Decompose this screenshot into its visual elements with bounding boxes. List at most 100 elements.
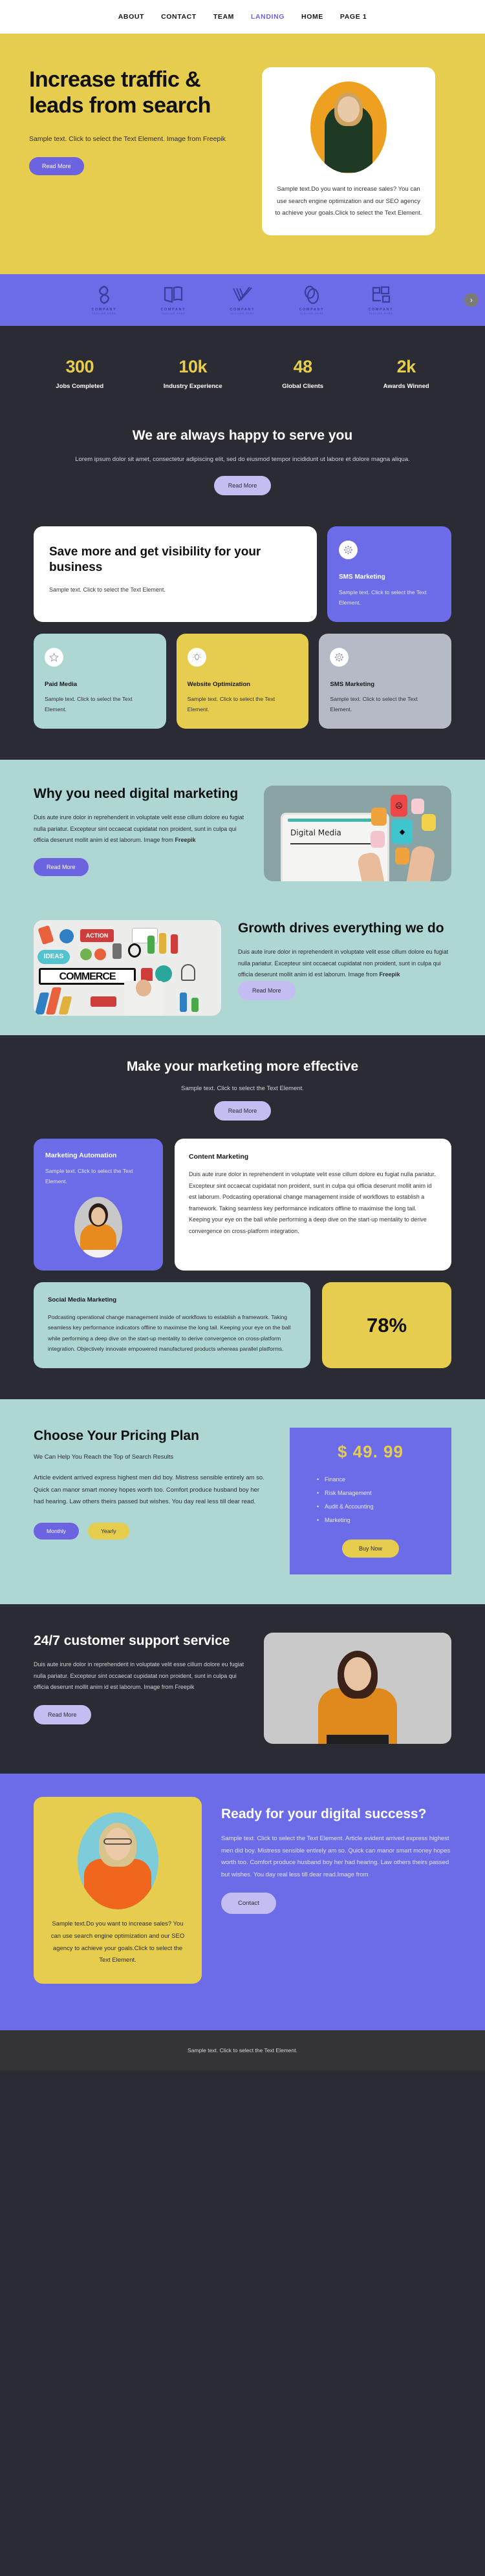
squares-logo-icon bbox=[361, 285, 401, 305]
logo-name: COMPANY bbox=[368, 307, 394, 312]
pricing-toggle-group: Monthly Yearly bbox=[34, 1522, 270, 1540]
nav-link-page-1[interactable]: PAGE 1 bbox=[340, 13, 367, 21]
pricing-yearly-button[interactable]: Yearly bbox=[88, 1522, 129, 1540]
feature-card-body: Sample text. Click to select the Text El… bbox=[330, 696, 418, 713]
footer-text: Sample text. Click to select the Text El… bbox=[188, 2046, 297, 2054]
growth-title: Growth drives everything we do bbox=[238, 921, 444, 936]
feature-card-sms-marketing[interactable]: SMS Marketing Sample text. Click to sele… bbox=[319, 634, 452, 729]
pricing-plan-card: $ 49. 99 Finance Risk Management Audit &… bbox=[290, 1428, 451, 1575]
commerce-board-image: ACTION IDEAS COMMERCE bbox=[34, 920, 221, 1016]
why-title: Why you need digital marketing bbox=[34, 786, 239, 802]
nav-link-landing[interactable]: LANDING bbox=[251, 13, 285, 21]
logo-item[interactable]: COMPANY TAGLINE HERE bbox=[222, 285, 263, 315]
scribble bbox=[38, 925, 54, 945]
pricing-content: Choose Your Pricing Plan We Can Help You… bbox=[34, 1428, 270, 1574]
happy-read-more-button[interactable]: Read More bbox=[213, 476, 272, 496]
hero-read-more-button[interactable]: Read More bbox=[29, 156, 84, 175]
support-section: 24/7 customer support service Duis aute … bbox=[0, 1604, 485, 1774]
marketing-automation-avatar bbox=[74, 1197, 122, 1258]
logo-item[interactable]: COMPANY TAGLINE HERE bbox=[292, 285, 332, 315]
landing-page: ABOUT CONTACT TEAM LANDING HOME PAGE 1 I… bbox=[0, 0, 485, 2070]
cta-avatar-image bbox=[77, 1812, 158, 1910]
scribble bbox=[180, 993, 187, 1013]
pricing-feature-item: Marketing bbox=[317, 1517, 438, 1523]
contact-button[interactable]: Contact bbox=[221, 1893, 276, 1915]
hero-card: Sample text.Do you want to increase sale… bbox=[262, 67, 435, 235]
pricing-feature-list: Finance Risk Management Audit & Accounti… bbox=[303, 1476, 438, 1523]
buy-now-button[interactable]: Buy Now bbox=[341, 1540, 399, 1558]
carousel-next-button[interactable]: › bbox=[464, 292, 479, 307]
feature-main-title: Save more and get visibility for your bu… bbox=[49, 545, 261, 574]
hand-illustration bbox=[404, 844, 436, 882]
feature-card-title: Paid Media bbox=[45, 681, 78, 689]
pricing-body: Article evident arrived express highest … bbox=[34, 1474, 264, 1506]
chip-icon bbox=[411, 799, 424, 815]
nav-link-home[interactable]: HOME bbox=[301, 13, 323, 21]
stat-label: Global Clients bbox=[282, 382, 324, 390]
feature-card-paid-media[interactable]: Paid Media Sample text. Click to select … bbox=[34, 634, 166, 729]
nav-link-contact[interactable]: CONTACT bbox=[161, 13, 197, 21]
scribble bbox=[155, 965, 172, 983]
social-media-body: Podcasting operational change management… bbox=[48, 1314, 291, 1353]
feature-card-body: Sample text. Click to select the Text El… bbox=[45, 696, 133, 713]
scribble bbox=[147, 936, 155, 954]
effective-title: Make your marketing more effective bbox=[126, 1059, 359, 1075]
logo-item[interactable]: COMPANY TAGLINE HERE bbox=[153, 285, 193, 315]
gear-icon bbox=[330, 648, 349, 667]
support-read-more-button[interactable]: Read More bbox=[34, 1704, 91, 1724]
nav-link-about[interactable]: ABOUT bbox=[118, 13, 144, 21]
feature-card-title: Website Optimization bbox=[187, 681, 251, 689]
cta-card-text: Sample text.Do you want to increase sale… bbox=[50, 1920, 185, 1964]
nav-link-team[interactable]: TEAM bbox=[213, 13, 234, 21]
book-logo-icon bbox=[153, 285, 193, 305]
feature-main-card: Save more and get visibility for your bu… bbox=[34, 526, 317, 623]
logo-tagline: TAGLINE HERE bbox=[299, 312, 324, 315]
hero-card-text: Sample text.Do you want to increase sale… bbox=[275, 186, 422, 217]
effective-row-two: Social Media Marketing Podcasting operat… bbox=[34, 1282, 451, 1369]
features-secondary-row: Paid Media Sample text. Click to select … bbox=[0, 622, 485, 760]
scribble bbox=[181, 964, 195, 982]
feature-sms-body: Sample text. Click to select the Text El… bbox=[339, 589, 427, 606]
feature-card-body: Sample text. Click to select the Text El… bbox=[187, 696, 275, 713]
pricing-lead: We Can Help You Reach the Top of Search … bbox=[34, 1454, 174, 1461]
effective-read-more-button[interactable]: Read More bbox=[213, 1101, 272, 1121]
growth-content: Growth drives everything we do Duis aute… bbox=[238, 920, 451, 1000]
logo-tagline: TAGLINE HERE bbox=[369, 312, 393, 315]
chip-icon: ☹ bbox=[391, 795, 407, 817]
scribble bbox=[159, 933, 166, 954]
pricing-monthly-button[interactable]: Monthly bbox=[34, 1522, 80, 1540]
stat-item: 2k Awards Winned bbox=[383, 357, 429, 390]
commerce-word: COMMERCE bbox=[39, 968, 136, 985]
pricing-amount: $ 49. 99 bbox=[338, 1442, 404, 1462]
effective-header: Make your marketing more effective Sampl… bbox=[34, 1058, 451, 1121]
stat-item: 10k Industry Experience bbox=[164, 357, 222, 390]
logo-tagline: TAGLINE HERE bbox=[161, 312, 186, 315]
scribble: ACTION bbox=[80, 929, 114, 943]
feature-card-website-optimization[interactable]: Website Optimization Sample text. Click … bbox=[176, 634, 309, 729]
marketing-automation-card[interactable]: Marketing Automation Sample text. Click … bbox=[34, 1139, 163, 1271]
growth-read-more-button[interactable]: Read More bbox=[238, 980, 296, 1000]
page-footer: Sample text. Click to select the Text El… bbox=[0, 2030, 485, 2070]
chip-icon bbox=[395, 848, 409, 865]
social-media-marketing-card: Social Media Marketing Podcasting operat… bbox=[34, 1282, 310, 1369]
scribble bbox=[128, 943, 141, 958]
hero-section: Increase traffic & leads from search Sam… bbox=[0, 34, 485, 274]
stat-value: 300 bbox=[65, 356, 94, 376]
chip-icon bbox=[371, 831, 385, 848]
gear-icon bbox=[339, 541, 358, 560]
scribble bbox=[171, 934, 178, 954]
why-read-more-button[interactable]: Read More bbox=[34, 857, 89, 876]
scribble bbox=[191, 998, 199, 1013]
feature-sms-card[interactable]: SMS Marketing Sample text. Click to sele… bbox=[327, 526, 451, 623]
stat-value: 48 bbox=[293, 356, 313, 376]
social-media-title: Social Media Marketing bbox=[48, 1296, 117, 1304]
logo-tagline: TAGLINE HERE bbox=[230, 312, 255, 315]
content-marketing-title: Content Marketing bbox=[189, 1153, 249, 1161]
logo-item[interactable]: COMPANY TAGLINE HERE bbox=[361, 285, 401, 315]
cta-content: Ready for your digital success? Sample t… bbox=[221, 1797, 451, 1915]
why-row: Why you need digital marketing Duis aute… bbox=[34, 786, 451, 882]
scribble bbox=[113, 943, 122, 960]
checkmark-stripes-logo-icon bbox=[222, 285, 263, 305]
happy-title: We are always happy to serve you bbox=[132, 427, 353, 443]
logo-item[interactable]: COMPANY TAGLINE HERE bbox=[84, 285, 124, 315]
